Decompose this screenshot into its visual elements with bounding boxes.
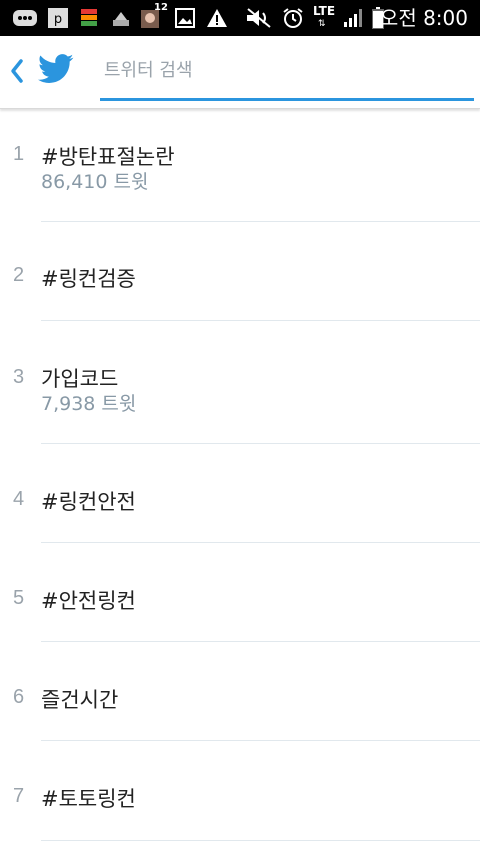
messenger-icon: p — [46, 0, 70, 36]
mute-icon — [244, 0, 274, 36]
search-underline — [100, 98, 474, 101]
search-input[interactable] — [100, 48, 474, 92]
trend-name: #안전링컨 — [41, 589, 136, 613]
trend-tweet-count: 7,938 트윗 — [41, 393, 137, 415]
alarm-icon — [281, 0, 305, 36]
notification-count: 12 — [154, 2, 168, 13]
trend-rank: 5 — [13, 587, 25, 609]
twitter-bird-icon — [38, 54, 74, 84]
trend-item[interactable]: 7 #토토링컨 — [0, 741, 480, 841]
signal-icon — [342, 0, 364, 36]
trend-rank: 7 — [13, 785, 25, 807]
trend-rank: 2 — [13, 264, 25, 286]
trend-name: 즐건시간 — [41, 688, 119, 712]
search-box[interactable] — [100, 48, 474, 101]
trend-item[interactable]: 5 #안전링컨 — [0, 543, 480, 642]
trend-rank: 1 — [13, 143, 25, 165]
trend-item[interactable]: 6 즐건시간 — [0, 642, 480, 741]
trend-name: #링컨검증 — [41, 267, 136, 291]
trend-rank: 3 — [13, 366, 25, 388]
data-arrows-icon: ⇅ — [318, 19, 326, 29]
trend-name: #토토링컨 — [41, 787, 136, 811]
search-header — [0, 36, 480, 109]
trend-item[interactable]: 3 가입코드 7,938 트윗 — [0, 321, 480, 444]
bbm-icon — [10, 0, 40, 36]
gallery-icon — [174, 0, 196, 36]
trend-item[interactable]: 2 #링컨검증 — [0, 222, 480, 321]
warning-icon — [205, 0, 229, 36]
trend-tweet-count: 86,410 트윗 — [41, 171, 149, 193]
divider — [41, 840, 480, 841]
trend-item[interactable]: 1 #방탄표절논란 86,410 트윗 — [0, 109, 480, 222]
lte-label: LTE — [313, 4, 336, 18]
svg-text:p: p — [54, 12, 62, 27]
trend-item[interactable]: 4 #링컨안전 — [0, 444, 480, 543]
clock: 오전 8:00 — [379, 6, 468, 30]
cleaner-icon — [110, 0, 132, 36]
back-chevron-icon[interactable] — [6, 56, 28, 86]
app-icon — [80, 0, 98, 36]
trend-name: #링컨안전 — [41, 490, 136, 514]
trend-rank: 6 — [13, 686, 25, 708]
status-bar: p 12 LTE ⇅ 오전 8:00 — [0, 0, 480, 36]
trend-rank: 4 — [13, 488, 25, 510]
